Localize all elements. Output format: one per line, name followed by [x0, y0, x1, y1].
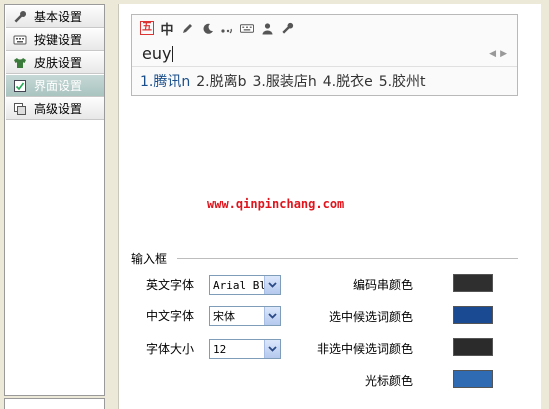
candidate-item-selected[interactable]: 1.腾讯n: [140, 71, 190, 91]
sidebar-item-ui[interactable]: 界面设置: [6, 75, 104, 97]
sidebar: 基本设置 按键设置 皮肤设置 界面设置 高级设置: [4, 4, 105, 396]
layers-icon: [13, 102, 27, 116]
english-font-label: 英文字体: [146, 278, 195, 292]
wrench-icon[interactable]: [280, 21, 294, 35]
page-next-icon[interactable]: ▶: [500, 49, 507, 59]
candidate-list: 1.腾讯n 2.脱离b 3.服装店h 4.脱衣e 5.胶州t: [140, 71, 426, 91]
english-font-select[interactable]: Arial Bl: [209, 275, 281, 295]
shirt-icon: [13, 56, 27, 70]
sidebar-item-keys[interactable]: 按键设置: [6, 29, 104, 51]
composition-text: euy: [142, 44, 174, 63]
wrench-icon: [13, 10, 27, 24]
watermark-text: www.qinpinchang.com: [207, 197, 345, 211]
cursor-color-swatch[interactable]: [453, 370, 493, 388]
ime-preview: 五 中 euy ◀ ▶ 1.腾讯n 2.脱离b 3.服装店h 4.脱衣e 5.胶…: [131, 14, 518, 96]
page-prev-icon[interactable]: ◀: [489, 49, 496, 59]
sidebar-item-label: 界面设置: [34, 79, 83, 93]
candidate-item[interactable]: 4.脱衣e: [323, 71, 373, 91]
sidebar-item-label: 高级设置: [34, 102, 83, 116]
sidebar-item-label: 按键设置: [34, 33, 83, 47]
cursor-color-label: 光标颜色: [364, 374, 413, 388]
moon-icon[interactable]: [200, 21, 214, 35]
chinese-mode-icon[interactable]: 中: [160, 21, 174, 38]
unselected-candidate-color-swatch[interactable]: [453, 338, 493, 356]
sidebar-item-basic[interactable]: 基本设置: [6, 6, 104, 28]
keyboard-icon: [13, 33, 27, 47]
selected-candidate-color-swatch[interactable]: [453, 306, 493, 324]
chevron-down-icon[interactable]: [264, 276, 280, 294]
sidebar-item-label: 基本设置: [34, 10, 83, 24]
settings-panel: 五 中 euy ◀ ▶ 1.腾讯n 2.脱离b 3.服装店h 4.脱衣e 5.胶…: [118, 4, 541, 409]
chevron-down-icon[interactable]: [264, 340, 280, 358]
code-string-color-label: 编码串颜色: [352, 278, 413, 292]
chinese-font-select[interactable]: 宋体: [209, 306, 281, 326]
selected-candidate-color-label: 选中候选词颜色: [328, 310, 413, 324]
select-value: Arial Bl: [213, 278, 264, 292]
font-size-label: 字体大小: [146, 342, 195, 356]
candidate-item[interactable]: 2.脱离b: [196, 71, 246, 91]
sidebar-footer: [4, 398, 105, 409]
chinese-font-label: 中文字体: [146, 309, 195, 323]
candidate-item[interactable]: 5.胶州t: [379, 71, 426, 91]
ime-logo-icon[interactable]: 五: [140, 21, 154, 35]
group-title-input-box: 输入框: [131, 250, 172, 267]
unselected-candidate-color-label: 非选中候选词颜色: [316, 342, 413, 356]
group-divider: [177, 258, 518, 259]
ime-toolbar: 五 中: [140, 19, 294, 38]
chevron-down-icon[interactable]: [264, 307, 280, 325]
font-size-select[interactable]: 12: [209, 339, 281, 359]
sidebar-item-skin[interactable]: 皮肤设置: [6, 52, 104, 74]
select-value: 宋体: [213, 310, 235, 323]
checkbox-icon: [13, 79, 27, 93]
candidate-item[interactable]: 3.服装店h: [252, 71, 316, 91]
code-string-color-swatch[interactable]: [453, 274, 493, 292]
select-value: 12: [213, 342, 227, 356]
candidate-pager[interactable]: ◀ ▶: [489, 49, 507, 59]
pen-icon[interactable]: [180, 21, 194, 35]
sidebar-item-label: 皮肤设置: [34, 56, 83, 70]
user-icon[interactable]: [260, 21, 274, 35]
text-caret: [172, 46, 174, 62]
composition-row: euy ◀ ▶: [132, 41, 517, 67]
punctuation-icon[interactable]: [220, 21, 234, 35]
sidebar-item-advanced[interactable]: 高级设置: [6, 98, 104, 120]
keyboard-icon[interactable]: [240, 21, 254, 35]
